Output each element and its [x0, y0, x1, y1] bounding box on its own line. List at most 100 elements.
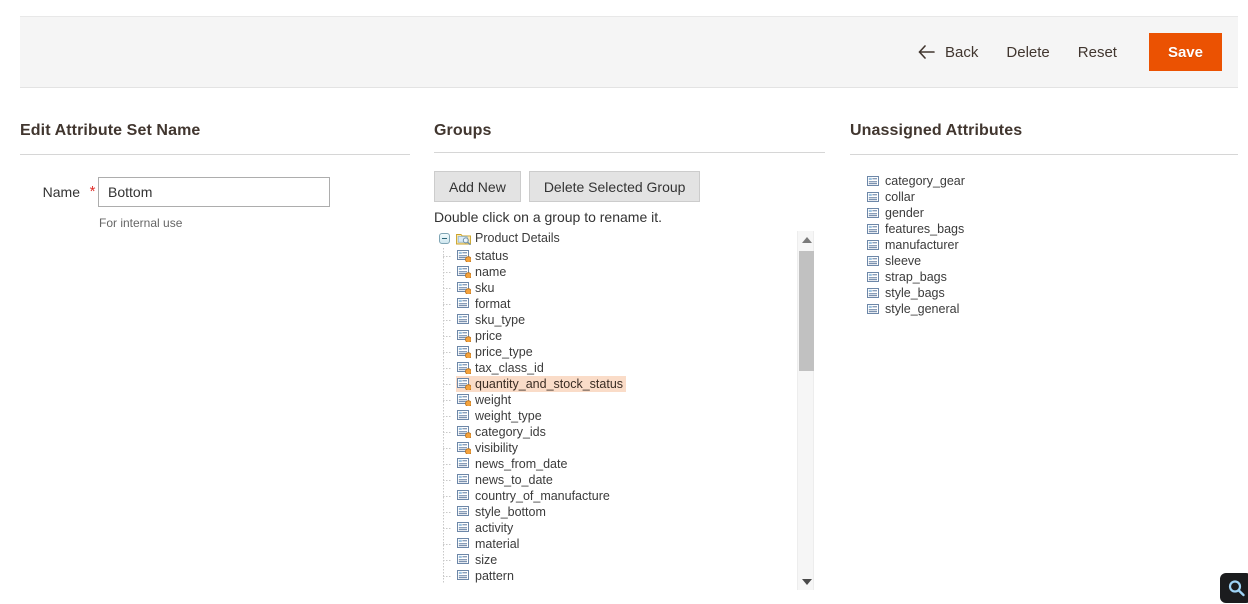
unassigned-attribute-manufacturer[interactable]: manufacturer [866, 237, 962, 253]
groups-title: Groups [434, 122, 492, 139]
groups-tree-scroll-area[interactable]: Product Details status name sku format sku_t… [434, 230, 805, 590]
tree-node-weight_type[interactable]: weight_type [456, 408, 545, 424]
unassigned-attribute-collar[interactable]: collar [866, 189, 918, 205]
tree-node-label: format [475, 296, 511, 311]
unassigned-attribute-label: manufacturer [885, 238, 959, 252]
tree-node-quantity_and_stock_status[interactable]: quantity_and_stock_status [456, 375, 627, 392]
unassigned-attribute-label: category_gear [885, 174, 965, 188]
unassigned-attribute-strap_bags[interactable]: strap_bags [866, 269, 950, 285]
list-item: sleeve [866, 253, 1238, 269]
tree-item: weight [443, 392, 805, 408]
tree-item: country_of_manufacture [443, 488, 805, 504]
unassigned-attribute-style_general[interactable]: style_general [866, 301, 962, 317]
edit-attribute-set-name-panel: Edit Attribute Set Name Name * For inter… [20, 122, 410, 230]
tree-node-label: sku_type [475, 312, 526, 327]
tree-node-weight[interactable]: weight [456, 392, 514, 408]
required-marker: * [89, 183, 96, 200]
attribute-icon [867, 239, 881, 252]
tree-node-format[interactable]: format [456, 296, 513, 312]
tree-node-label: weight_type [475, 408, 542, 423]
tree-item: pattern [443, 568, 805, 584]
unassigned-attributes-panel: Unassigned Attributes category_gearcolla… [850, 122, 1238, 317]
unassigned-attribute-label: collar [885, 190, 915, 204]
unassigned-attribute-sleeve[interactable]: sleeve [866, 253, 924, 269]
tree-node-sku[interactable]: sku [456, 280, 497, 296]
groups-tree-scrollbar[interactable] [797, 231, 814, 590]
tree-node-news_from_date[interactable]: news_from_date [456, 456, 570, 472]
tree-node-visibility[interactable]: visibility [456, 440, 521, 456]
delete-selected-group-button[interactable]: Delete Selected Group [528, 171, 701, 202]
unassigned-attribute-label: gender [885, 206, 924, 220]
tree-node-status[interactable]: status [456, 248, 511, 264]
attribute-icon [457, 313, 471, 326]
tree-node-pattern[interactable]: pattern [456, 568, 517, 584]
scroll-down-button[interactable] [798, 573, 815, 590]
tree-node-tax_class_id[interactable]: tax_class_id [456, 360, 547, 376]
scroll-up-button[interactable] [798, 231, 815, 248]
group-buttons: Add New Delete Selected Group [434, 171, 825, 202]
unassigned-attribute-label: style_bags [885, 286, 945, 300]
unassigned-attribute-style_bags[interactable]: style_bags [866, 285, 948, 301]
tree-node-size[interactable]: size [456, 552, 500, 568]
tree-node-price_type[interactable]: price_type [456, 344, 536, 360]
list-item: manufacturer [866, 237, 1238, 253]
attribute-system-icon [457, 377, 471, 390]
unassigned-attribute-gender[interactable]: gender [866, 205, 927, 221]
unassigned-attributes-list: category_gearcollar gender features_bags ma… [850, 173, 1238, 317]
attribute-icon [457, 297, 471, 310]
tree-node-country_of_manufacture[interactable]: country_of_manufacture [456, 488, 613, 504]
attribute-icon [867, 191, 881, 204]
page-title: Edit Attribute Set Name [20, 122, 201, 139]
groups-tree: Product Details status name sku format sku_t… [434, 230, 805, 584]
unassigned-attribute-category_gear[interactable]: category_gear [866, 173, 968, 189]
tree-item: price_type [443, 344, 805, 360]
caret-down-icon [801, 578, 812, 585]
tree-node-price[interactable]: price [456, 328, 505, 344]
attribute-icon [457, 521, 471, 534]
delete-button[interactable]: Delete [992, 36, 1063, 69]
attribute-set-name-input[interactable] [98, 177, 330, 207]
back-button-label: Back [945, 43, 979, 61]
save-button[interactable]: Save [1148, 33, 1222, 71]
tree-item: material [443, 536, 805, 552]
delete-button-label: Delete [1006, 43, 1050, 61]
tree-item: status [443, 248, 805, 264]
attribute-system-icon [457, 329, 471, 342]
tree-node-label: name [475, 264, 507, 279]
tree-item: tax_class_id [443, 360, 805, 376]
screen-capture-widget[interactable] [1220, 573, 1248, 603]
page-actions-toolbar: Back Delete Reset Save [20, 16, 1238, 88]
back-button[interactable]: Back [904, 36, 992, 69]
unassigned-attribute-label: style_general [885, 302, 960, 316]
tree-item: name [443, 264, 805, 280]
tree-item: activity [443, 520, 805, 536]
reset-button-label: Reset [1077, 43, 1117, 61]
attribute-icon [867, 255, 881, 268]
attribute-icon [867, 303, 881, 316]
save-button-label: Save [1167, 43, 1203, 61]
scrollbar-thumb[interactable] [799, 251, 814, 371]
tree-node-product-details[interactable]: Product Details [438, 230, 563, 246]
tree-item: category_ids [443, 424, 805, 440]
tree-node-material[interactable]: material [456, 536, 522, 552]
tree-collapse-toggle-icon[interactable] [439, 232, 450, 244]
folder-search-icon [456, 232, 471, 245]
tree-node-category_ids[interactable]: category_ids [456, 424, 549, 440]
tree-node-style_bottom[interactable]: style_bottom [456, 504, 549, 520]
tree-node-activity[interactable]: activity [456, 520, 516, 536]
add-new-group-button[interactable]: Add New [434, 171, 521, 202]
tree-node-label: status [475, 248, 509, 263]
tree-node-name[interactable]: name [456, 264, 509, 280]
tree-node-sku_type[interactable]: sku_type [456, 312, 528, 328]
unassigned-attribute-label: sleeve [885, 254, 922, 268]
attribute-icon [457, 489, 471, 502]
list-item: category_gear [866, 173, 1238, 189]
reset-button[interactable]: Reset [1064, 36, 1131, 69]
tree-node-label: pattern [475, 568, 514, 583]
unassigned-title: Unassigned Attributes [850, 122, 1023, 139]
tree-node-label: country_of_manufacture [475, 488, 610, 503]
list-item: style_bags [866, 285, 1238, 301]
tree-node-news_to_date[interactable]: news_to_date [456, 472, 556, 488]
list-item: gender [866, 205, 1238, 221]
unassigned-attribute-features_bags[interactable]: features_bags [866, 221, 967, 237]
